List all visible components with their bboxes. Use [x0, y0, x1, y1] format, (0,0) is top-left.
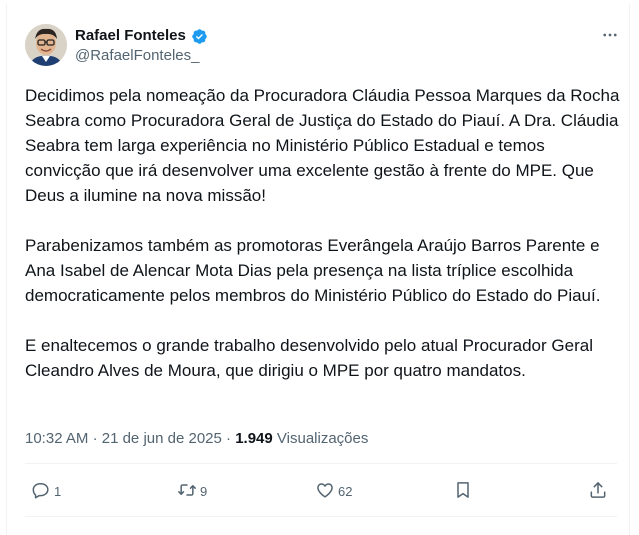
tweet-time[interactable]: 10:32 AM [25, 430, 88, 447]
tweet-date[interactable]: 21 de jun de 2025 [102, 430, 222, 447]
like-button[interactable]: 62 [315, 480, 352, 503]
avatar-image [25, 24, 67, 66]
views-count[interactable]: 1.949 [235, 430, 273, 447]
meta-separator: · [92, 430, 98, 447]
more-options-icon[interactable] [599, 24, 621, 46]
divider [25, 463, 617, 464]
verified-badge-icon[interactable] [191, 28, 208, 45]
views-label[interactable]: Visualizações [277, 430, 368, 447]
tweet-paragraph: Decidimos pela nomeação da Procuradora C… [25, 86, 620, 205]
tweet-card: Rafael Fonteles @RafaelFonteles_ Decidim… [6, 4, 630, 535]
bookmark-icon [453, 480, 473, 503]
reply-button[interactable]: 1 [31, 480, 61, 503]
tweet-text: Decidimos pela nomeação da Procuradora C… [25, 83, 625, 383]
author-handle[interactable]: @RafaelFonteles_ [75, 46, 208, 66]
like-count: 62 [338, 484, 353, 499]
reply-count: 1 [54, 484, 62, 499]
tweet-meta: 10:32 AM · 21 de jun de 2025 · 1.949 Vis… [25, 429, 368, 449]
retweet-button[interactable]: 9 [177, 480, 207, 503]
author-names: Rafael Fonteles @RafaelFonteles_ [75, 26, 208, 66]
bookmark-button[interactable] [453, 480, 473, 503]
author-display-name[interactable]: Rafael Fonteles [75, 26, 186, 46]
avatar[interactable] [25, 24, 67, 66]
tweet-header: Rafael Fonteles @RafaelFonteles_ [25, 24, 625, 70]
meta-separator: · [226, 430, 232, 447]
share-button[interactable] [588, 480, 608, 503]
retweet-icon [177, 480, 197, 503]
tweet-paragraph: Parabenizamos também as promotoras Everâ… [25, 236, 601, 305]
retweet-count: 9 [200, 484, 208, 499]
divider [25, 516, 617, 517]
share-icon [588, 480, 608, 503]
action-bar: 1 9 62 [25, 480, 615, 504]
tweet-paragraph: E enaltecemos o grande trabalho desenvol… [25, 336, 593, 380]
like-icon [315, 480, 335, 503]
reply-icon [31, 480, 51, 503]
